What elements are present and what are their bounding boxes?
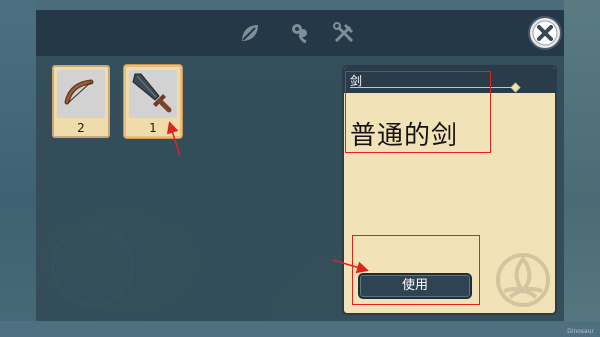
knot-emblem-icon [496, 253, 550, 307]
inventory-slot-sword[interactable]: 1 [124, 65, 182, 138]
category-tab-bar [36, 10, 564, 56]
annotation-box-item-name [345, 71, 491, 153]
inventory-modal: 2 1 剑 普通的剑 使用 [36, 10, 564, 321]
tab-flower[interactable] [288, 21, 312, 45]
map-background-bottom [0, 321, 600, 337]
item-count: 1 [149, 121, 157, 135]
flower-icon [292, 24, 307, 44]
bow-icon [57, 70, 105, 118]
item-count: 2 [77, 121, 85, 135]
tab-tools[interactable] [332, 21, 356, 45]
annotation-box-use-button [352, 235, 480, 305]
leaf-icon [242, 25, 258, 41]
close-icon [528, 16, 562, 50]
watermark-text: Dinosaur [567, 328, 594, 335]
close-button[interactable] [526, 14, 564, 52]
tab-leaf[interactable] [238, 21, 262, 45]
sword-icon [129, 70, 177, 118]
inventory-slot-bow[interactable]: 2 [52, 65, 110, 138]
game-screen: 2 1 剑 普通的剑 使用 Dinosaur [0, 0, 600, 337]
map-background-top [0, 0, 600, 10]
map-background-right [564, 0, 600, 337]
map-background-left [0, 0, 36, 337]
divider-diamond [510, 82, 521, 93]
crossed-tools-icon [333, 22, 354, 43]
